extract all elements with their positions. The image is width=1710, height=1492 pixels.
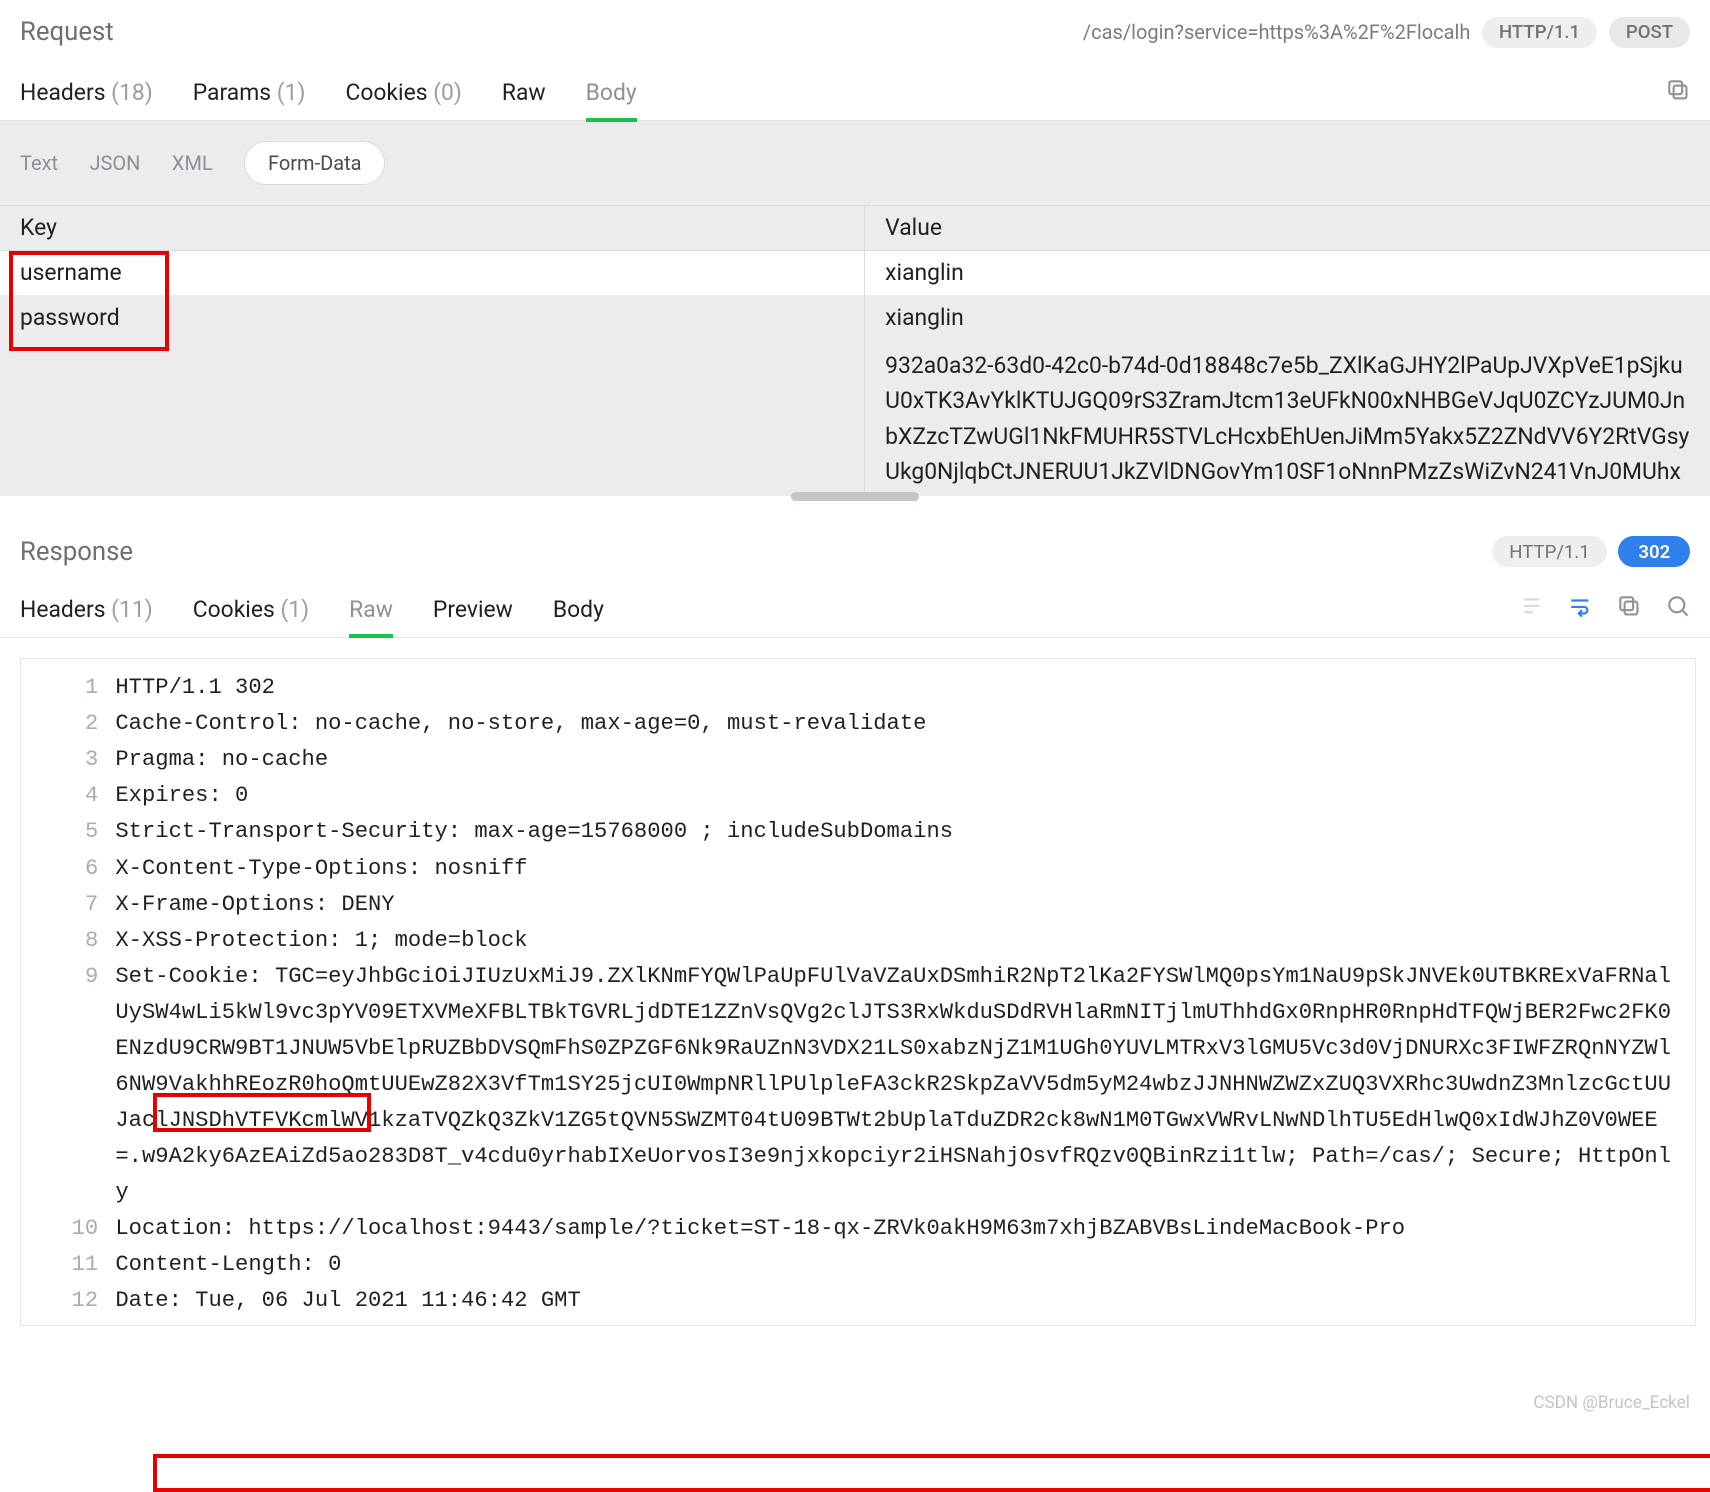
copy-icon[interactable]	[1616, 593, 1642, 619]
tab-raw[interactable]: Raw	[502, 68, 546, 121]
wrap-icon[interactable]	[1567, 593, 1593, 619]
http-version-badge: HTTP/1.1	[1482, 17, 1597, 48]
request-url: /cas/login?service=https%3A%2F%2Flocalh	[1083, 20, 1471, 44]
subtab-text[interactable]: Text	[20, 151, 58, 175]
kv-key: password	[0, 295, 865, 339]
subtab-xml[interactable]: XML	[172, 151, 213, 175]
resp-tab-body[interactable]: Body	[553, 584, 604, 637]
kv-key-header: Key	[0, 206, 865, 250]
resp-tab-raw[interactable]: Raw	[349, 584, 393, 637]
table-row: 932a0a32-63d0-42c0-b74d-0d18848c7e5b_ZXl…	[0, 339, 1710, 496]
request-title: Request	[20, 17, 114, 47]
search-icon[interactable]	[1665, 593, 1691, 619]
code-line: 6X-Content-Type-Options: nosniff	[21, 851, 1695, 887]
kv-value: xianglin	[865, 251, 1710, 295]
resp-tab-headers[interactable]: Headers (11)	[20, 584, 153, 637]
resp-tab-cookies[interactable]: Cookies (1)	[193, 584, 309, 637]
kv-value: 932a0a32-63d0-42c0-b74d-0d18848c7e5b_ZXl…	[865, 339, 1710, 496]
horizontal-scrollbar[interactable]	[791, 492, 920, 501]
kv-key	[0, 339, 865, 496]
code-line: 5Strict-Transport-Security: max-age=1576…	[21, 814, 1695, 850]
code-line: 4Expires: 0	[21, 778, 1695, 814]
code-line: 9Set-Cookie: TGC=eyJhbGciOiJIUzUxMiJ9.ZX…	[21, 959, 1695, 1211]
code-line: 1HTTP/1.1 302	[21, 670, 1695, 706]
kv-value: xianglin	[865, 295, 1710, 339]
response-title: Response	[20, 537, 133, 567]
response-raw-body: 1HTTP/1.1 3022Cache-Control: no-cache, n…	[20, 658, 1696, 1326]
subtab-json[interactable]: JSON	[90, 151, 141, 175]
code-line: 8X-XSS-Protection: 1; mode=block	[21, 923, 1695, 959]
tab-body[interactable]: Body	[586, 68, 637, 121]
copy-icon[interactable]	[1665, 77, 1691, 103]
code-line: 3Pragma: no-cache	[21, 742, 1695, 778]
http-method-badge: POST	[1609, 17, 1691, 48]
table-row: password xianglin	[0, 295, 1710, 339]
table-row: username xianglin	[0, 251, 1710, 295]
highlight-box-location	[153, 1454, 1710, 1492]
resp-tab-preview[interactable]: Preview	[433, 584, 513, 637]
response-status-badge: 302	[1618, 536, 1690, 567]
tab-params[interactable]: Params (1)	[193, 68, 306, 121]
tab-cookies[interactable]: Cookies (0)	[345, 68, 461, 121]
code-line: 2Cache-Control: no-cache, no-store, max-…	[21, 706, 1695, 742]
subtab-form-data[interactable]: Form-Data	[244, 141, 385, 184]
watermark: CSDN @Bruce_Eckel	[1533, 1393, 1690, 1413]
code-line: 7X-Frame-Options: DENY	[21, 887, 1695, 923]
response-http-badge: HTTP/1.1	[1492, 536, 1607, 567]
text-icon[interactable]	[1519, 593, 1545, 619]
code-line: 10Location: https://localhost:9443/sampl…	[21, 1211, 1695, 1247]
tab-headers[interactable]: Headers (18)	[20, 68, 153, 121]
form-data-table: Key Value username xianglin password xia…	[0, 205, 1710, 497]
code-line: 12Date: Tue, 06 Jul 2021 11:46:42 GMT	[21, 1283, 1695, 1319]
kv-value-header: Value	[865, 206, 1710, 250]
code-line: 11Content-Length: 0	[21, 1247, 1695, 1283]
kv-key: username	[0, 251, 865, 295]
